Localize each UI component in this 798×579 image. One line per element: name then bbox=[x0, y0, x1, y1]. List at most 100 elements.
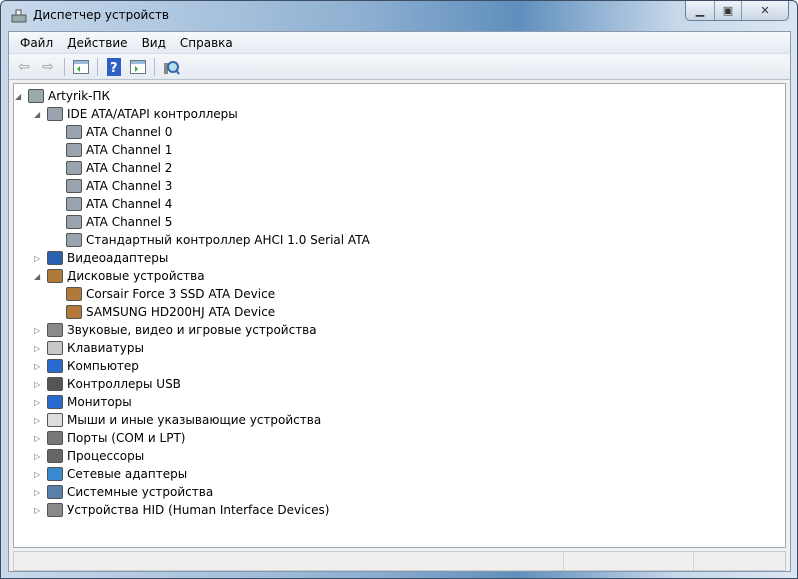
help-icon[interactable]: ? bbox=[104, 57, 124, 77]
display-adapter-icon bbox=[47, 251, 63, 265]
expand-arrow-icon[interactable]: ▷ bbox=[34, 470, 43, 479]
client-area: Файл Действие Вид Справка ⇦ ⇨ ? ◢ Artyrik… bbox=[8, 31, 791, 572]
tree-category[interactable]: ▷ Видеоадаптеры bbox=[34, 249, 169, 267]
maximize-button[interactable]: ▣ bbox=[714, 1, 741, 20]
tree-category[interactable]: ▷ Мониторы bbox=[34, 393, 132, 411]
collapse-arrow-icon[interactable]: ◢ bbox=[15, 92, 24, 101]
expand-arrow-icon[interactable]: ▷ bbox=[34, 380, 43, 389]
disk-drive-icon bbox=[66, 305, 82, 319]
device-manager-icon bbox=[11, 9, 27, 23]
mouse-icon bbox=[47, 413, 63, 427]
tree-item-label: Стандартный контроллер AHCI 1.0 Serial A… bbox=[86, 233, 370, 247]
expand-arrow-icon[interactable]: ▷ bbox=[34, 398, 43, 407]
tree-item-label: ATA Channel 1 bbox=[86, 143, 173, 157]
status-pane-2 bbox=[564, 552, 694, 570]
speaker-icon bbox=[47, 323, 63, 337]
scan-hardware-icon[interactable] bbox=[161, 57, 181, 77]
tree-category[interactable]: ▷ Клавиатуры bbox=[34, 339, 144, 357]
menu-help[interactable]: Справка bbox=[173, 36, 240, 50]
tree-item-label: Системные устройства bbox=[67, 485, 214, 499]
tree-item-label: Компьютер bbox=[67, 359, 139, 373]
collapse-arrow-icon[interactable]: ◢ bbox=[34, 272, 43, 281]
tree-category[interactable]: ◢ IDE ATA/ATAPI контроллеры bbox=[34, 105, 238, 123]
menu-view[interactable]: Вид bbox=[135, 36, 173, 50]
processor-icon bbox=[47, 449, 63, 463]
tree-item-label: Мониторы bbox=[67, 395, 132, 409]
ide-controller-icon bbox=[66, 179, 82, 193]
tree-item-label: ATA Channel 3 bbox=[86, 179, 173, 193]
monitor-icon bbox=[47, 395, 63, 409]
tree-item-label: Видеоадаптеры bbox=[67, 251, 169, 265]
ide-controller-icon bbox=[47, 107, 63, 121]
computer-icon bbox=[47, 359, 63, 373]
tree-device[interactable]: ATA Channel 0 bbox=[66, 123, 172, 141]
tree-category[interactable]: ▷ Процессоры bbox=[34, 447, 145, 465]
tree-item-label: SAMSUNG HD200HJ ATA Device bbox=[86, 305, 276, 319]
tree-category[interactable]: ▷ Устройства HID (Human Interface Devices… bbox=[34, 501, 329, 519]
tree-item-label: ATA Channel 4 bbox=[86, 197, 173, 211]
toolbar-separator bbox=[64, 57, 65, 76]
expand-arrow-icon[interactable]: ▷ bbox=[34, 506, 43, 515]
expand-arrow-icon[interactable]: ▷ bbox=[34, 434, 43, 443]
expand-arrow-icon[interactable]: ▷ bbox=[34, 326, 43, 335]
tree-item-label: Клавиатуры bbox=[67, 341, 144, 355]
menu-bar: Файл Действие Вид Справка bbox=[9, 32, 790, 54]
ide-controller-icon bbox=[66, 143, 82, 157]
tree-category[interactable]: ◢ Дисковые устройства bbox=[34, 267, 205, 285]
tree-device[interactable]: Стандартный контроллер AHCI 1.0 Serial A… bbox=[66, 231, 370, 249]
port-icon bbox=[47, 431, 63, 445]
usb-icon bbox=[47, 377, 63, 391]
status-pane-main bbox=[14, 552, 564, 570]
disk-drive-icon bbox=[66, 287, 82, 301]
close-button[interactable]: ✕ bbox=[741, 1, 788, 20]
window: Диспетчер устройств ▁ ▣ ✕ Файл Действие … bbox=[0, 0, 798, 579]
minimize-button[interactable]: ▁ bbox=[686, 1, 714, 20]
tree-category[interactable]: ▷ Мыши и иные указывающие устройства bbox=[34, 411, 321, 429]
expand-arrow-icon[interactable]: ▷ bbox=[34, 488, 43, 497]
device-tree[interactable]: ◢ Artyrik-ПК ◢ IDE ATA/ATAPI контроллеры ATA… bbox=[13, 83, 786, 548]
tree-item-label: ATA Channel 2 bbox=[86, 161, 173, 175]
tree-device[interactable]: SAMSUNG HD200HJ ATA Device bbox=[66, 303, 275, 321]
action-pane-icon[interactable] bbox=[128, 57, 148, 77]
disk-drive-icon bbox=[47, 269, 63, 283]
status-pane-3 bbox=[694, 552, 785, 570]
expand-arrow-icon[interactable]: ▷ bbox=[34, 452, 43, 461]
menu-action[interactable]: Действие bbox=[60, 36, 134, 50]
menu-file[interactable]: Файл bbox=[13, 36, 60, 50]
tree-item-label: ATA Channel 5 bbox=[86, 215, 173, 229]
tree-root-computer[interactable]: ◢ Artyrik-ПК bbox=[15, 87, 110, 105]
show-hide-console-tree-icon[interactable] bbox=[71, 57, 91, 77]
system-icon bbox=[47, 485, 63, 499]
tree-device[interactable]: ATA Channel 3 bbox=[66, 177, 172, 195]
ide-controller-icon bbox=[66, 233, 82, 247]
tree-item-label: Сетевые адаптеры bbox=[67, 467, 188, 481]
expand-arrow-icon[interactable]: ▷ bbox=[34, 344, 43, 353]
forward-icon[interactable]: ⇨ bbox=[38, 57, 58, 77]
back-icon[interactable]: ⇦ bbox=[14, 57, 34, 77]
tree-category[interactable]: ▷ Системные устройства bbox=[34, 483, 214, 501]
tree-item-label: Процессоры bbox=[67, 449, 145, 463]
tree-category[interactable]: ▷ Порты (COM и LPT) bbox=[34, 429, 186, 447]
svg-text:?: ? bbox=[110, 61, 118, 76]
window-title: Диспетчер устройств bbox=[33, 8, 170, 22]
expand-arrow-icon[interactable]: ▷ bbox=[34, 416, 43, 425]
ide-controller-icon bbox=[66, 215, 82, 229]
ide-controller-icon bbox=[66, 161, 82, 175]
tree-item-label: Порты (COM и LPT) bbox=[67, 431, 186, 445]
tree-device[interactable]: ATA Channel 2 bbox=[66, 159, 172, 177]
expand-arrow-icon[interactable]: ▷ bbox=[34, 254, 43, 263]
tree-category[interactable]: ▷ Контроллеры USB bbox=[34, 375, 181, 393]
tree-category[interactable]: ▷ Компьютер bbox=[34, 357, 139, 375]
tree-category[interactable]: ▷ Звуковые, видео и игровые устройства bbox=[34, 321, 317, 339]
tree-category[interactable]: ▷ Сетевые адаптеры bbox=[34, 465, 188, 483]
tree-device[interactable]: ATA Channel 4 bbox=[66, 195, 172, 213]
tree-device[interactable]: Corsair Force 3 SSD ATA Device bbox=[66, 285, 275, 303]
ide-controller-icon bbox=[66, 197, 82, 211]
tree-device[interactable]: ATA Channel 5 bbox=[66, 213, 172, 231]
tree-device[interactable]: ATA Channel 1 bbox=[66, 141, 172, 159]
expand-arrow-icon[interactable]: ▷ bbox=[34, 362, 43, 371]
toolbar-separator bbox=[154, 57, 155, 76]
tree-item-label: IDE ATA/ATAPI контроллеры bbox=[67, 107, 238, 121]
network-icon bbox=[47, 467, 63, 481]
collapse-arrow-icon[interactable]: ◢ bbox=[34, 110, 43, 119]
